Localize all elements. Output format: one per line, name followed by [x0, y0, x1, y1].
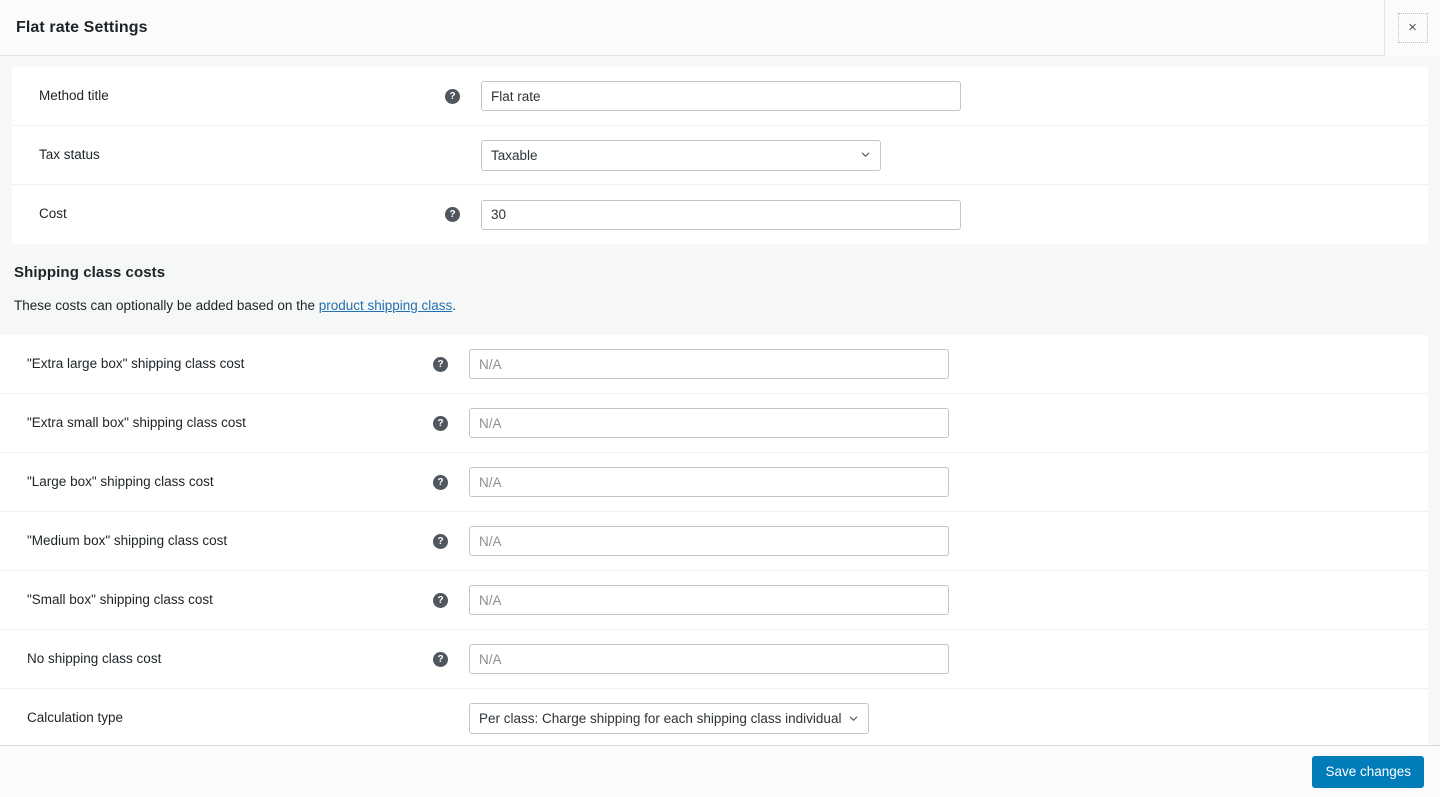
section-description: These costs can optionally be added base… — [14, 298, 1440, 313]
help-icon[interactable]: ? — [445, 207, 460, 222]
form-row: "Extra large box" shipping class cost? — [0, 335, 1428, 394]
row-label-calculation-type: Calculation type — [27, 710, 124, 726]
input-no-shipping-class-cost[interactable] — [469, 644, 949, 674]
input-medium-box-shipping-class-cost[interactable] — [469, 526, 949, 556]
page-title: Flat rate Settings — [16, 18, 148, 36]
help-icon[interactable]: ? — [433, 415, 448, 431]
section-description-text: These costs can optionally be added base… — [14, 298, 319, 313]
field-cell — [454, 349, 1428, 379]
main-settings-panel: Method title? Tax status TaxableNone Cost? — [12, 67, 1428, 244]
select-wrapper: TaxableNone — [481, 139, 881, 171]
form-row: "Large box" shipping class cost? — [0, 453, 1428, 512]
help-icon[interactable]: ? — [433, 651, 448, 667]
shipping-class-costs-section: Shipping class costs These costs can opt… — [0, 244, 1440, 335]
form-row: "Medium box" shipping class cost? — [0, 512, 1428, 571]
modal-header: Flat rate Settings × — [0, 0, 1440, 56]
help-cell: ? — [439, 207, 466, 222]
form-row: Calculation type Per class: Charge shippi… — [0, 689, 1428, 745]
section-description-suffix: . — [452, 298, 457, 313]
help-cell: ? — [427, 415, 454, 431]
row-label-extra-large-box-shipping-class-cost: "Extra large box" shipping class cost — [27, 355, 245, 371]
form-row: "Extra small box" shipping class cost? — [0, 394, 1428, 453]
help-icon[interactable]: ? — [433, 474, 448, 490]
help-icon[interactable]: ? — [433, 356, 448, 372]
row-label-large-box-shipping-class-cost: "Large box" shipping class cost — [27, 473, 214, 489]
field-cell — [466, 81, 1428, 111]
row-label-method-title: Method title — [39, 87, 109, 103]
help-cell: ? — [427, 533, 454, 549]
form-row: No shipping class cost? — [0, 630, 1428, 689]
help-icon[interactable]: ? — [445, 88, 460, 104]
field-cell — [454, 408, 1428, 438]
field-cell — [454, 644, 1428, 674]
field-cell — [466, 199, 1428, 230]
form-row: "Small box" shipping class cost? — [0, 571, 1428, 630]
select-calculation-type[interactable]: Per class: Charge shipping for each ship… — [469, 703, 869, 734]
help-cell: ? — [427, 651, 454, 667]
field-cell — [454, 585, 1428, 615]
help-cell: ? — [427, 474, 454, 490]
input-extra-small-box-shipping-class-cost[interactable] — [469, 408, 949, 438]
modal-footer: Save changes — [0, 745, 1440, 797]
select-tax-status[interactable]: TaxableNone — [481, 139, 881, 171]
shipping-class-panel: "Extra large box" shipping class cost?"E… — [0, 335, 1428, 745]
field-cell — [454, 526, 1428, 556]
close-button-container[interactable]: × — [1384, 0, 1440, 56]
row-label-small-box-shipping-class-cost: "Small box" shipping class cost — [27, 591, 213, 607]
section-title: Shipping class costs — [14, 264, 166, 281]
row-label-cost: Cost — [39, 206, 67, 222]
field-cell: Per class: Charge shipping for each ship… — [454, 703, 1428, 734]
row-label-medium-box-shipping-class-cost: "Medium box" shipping class cost — [27, 532, 228, 548]
row-label-no-shipping-class-cost: No shipping class cost — [27, 650, 162, 666]
help-cell: ? — [427, 592, 454, 608]
form-row: Tax status TaxableNone — [12, 126, 1428, 185]
modal-body: Method title?Tax statusTaxableNoneCost? … — [0, 56, 1440, 745]
input-extra-large-box-shipping-class-cost[interactable] — [469, 349, 949, 379]
input-method-title[interactable] — [481, 81, 961, 111]
help-icon[interactable]: ? — [433, 592, 448, 608]
select-wrapper: Per class: Charge shipping for each ship… — [469, 703, 869, 734]
field-cell: TaxableNone — [466, 139, 1428, 171]
input-cost[interactable] — [481, 199, 961, 230]
help-icon[interactable]: ? — [433, 533, 448, 549]
close-icon[interactable]: × — [1397, 12, 1428, 43]
help-cell: ? — [427, 356, 454, 372]
help-cell: ? — [439, 88, 466, 104]
product-shipping-class-link[interactable]: product shipping class — [319, 298, 453, 313]
input-large-box-shipping-class-cost[interactable] — [469, 467, 949, 497]
row-label-extra-small-box-shipping-class-cost: "Extra small box" shipping class cost — [27, 414, 246, 430]
field-cell — [454, 467, 1428, 497]
form-row: Method title? — [12, 67, 1428, 126]
flat-rate-settings-modal: Flat rate Settings × Method title?Tax st… — [0, 0, 1440, 797]
input-small-box-shipping-class-cost[interactable] — [469, 585, 949, 615]
form-row: Cost? — [12, 185, 1428, 244]
save-changes-button[interactable]: Save changes — [1312, 755, 1424, 788]
row-label-tax-status: Tax status — [39, 146, 100, 162]
